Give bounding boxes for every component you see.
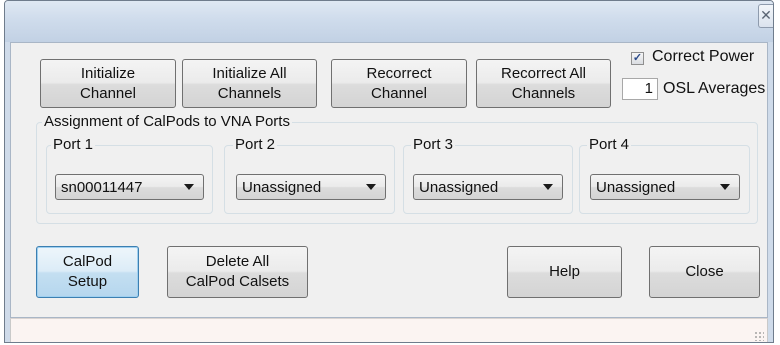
help-label: Help bbox=[549, 263, 580, 280]
recorrect-all-channels-button[interactable]: Recorrect All Channels bbox=[476, 59, 611, 108]
port-3-select[interactable]: Unassigned bbox=[413, 174, 563, 200]
port-4-select-value: Unassigned bbox=[596, 178, 676, 196]
chevron-down-icon bbox=[543, 184, 553, 190]
initialize-all-channels-button[interactable]: Initialize All Channels bbox=[182, 59, 317, 108]
port-2-label: Port 2 bbox=[233, 136, 278, 154]
dialog-client-area: Initialize Channel Initialize All Channe… bbox=[10, 42, 768, 318]
osl-averages-input[interactable]: 1 bbox=[622, 78, 658, 100]
port-3-label: Port 3 bbox=[411, 136, 456, 154]
calpod-assignment-title: Assignment of CalPods to VNA Ports bbox=[42, 113, 292, 131]
delete-all-calsets-label: Delete All CalPod Calsets bbox=[185, 253, 290, 290]
calpod-setup-label: CalPod Setup bbox=[62, 253, 113, 290]
delete-all-calsets-button[interactable]: Delete All CalPod Calsets bbox=[167, 246, 308, 298]
chevron-down-icon bbox=[184, 184, 194, 190]
initialize-all-channels-label: Initialize All Channels bbox=[212, 64, 287, 102]
resize-grip-icon[interactable] bbox=[754, 331, 764, 341]
chevron-down-icon bbox=[366, 184, 376, 190]
port-2-select[interactable]: Unassigned bbox=[236, 174, 386, 200]
port-4-label: Port 4 bbox=[587, 136, 632, 154]
calpod-setup-button[interactable]: CalPod Setup bbox=[36, 246, 139, 298]
close-label: Close bbox=[685, 263, 724, 280]
chevron-down-icon bbox=[720, 184, 730, 190]
calpod-dialog-window: ✕ Initialize Channel Initialize All Chan… bbox=[4, 0, 774, 343]
correct-power-label: Correct Power bbox=[652, 48, 755, 65]
port-4-select[interactable]: Unassigned bbox=[590, 174, 740, 200]
recorrect-channel-label: Recorrect Channel bbox=[366, 64, 432, 102]
port-2-select-value: Unassigned bbox=[242, 178, 322, 196]
initialize-channel-label: Initialize Channel bbox=[80, 64, 136, 102]
port-3-select-value: Unassigned bbox=[419, 178, 499, 196]
help-button[interactable]: Help bbox=[507, 246, 622, 298]
close-icon[interactable]: ✕ bbox=[758, 4, 773, 28]
close-button[interactable]: Close bbox=[649, 246, 760, 298]
port-1-label: Port 1 bbox=[51, 136, 96, 154]
osl-averages-label: OSL Averages bbox=[663, 80, 766, 97]
status-bar bbox=[10, 318, 768, 342]
port-1-select-value: sn00011447 bbox=[61, 178, 143, 196]
initialize-channel-button[interactable]: Initialize Channel bbox=[40, 59, 176, 108]
correct-power-checkbox[interactable]: ✓ bbox=[631, 52, 644, 65]
recorrect-all-channels-label: Recorrect All Channels bbox=[500, 64, 587, 102]
title-bar: ✕ bbox=[5, 1, 773, 42]
port-1-select[interactable]: sn00011447 bbox=[55, 174, 204, 200]
recorrect-channel-button[interactable]: Recorrect Channel bbox=[331, 59, 467, 108]
